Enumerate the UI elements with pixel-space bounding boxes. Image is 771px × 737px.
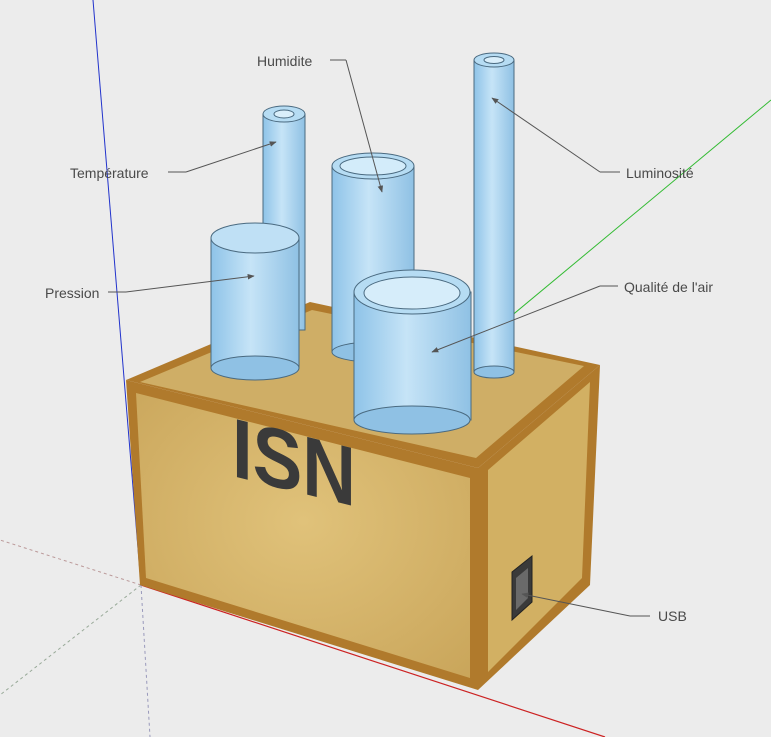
tube-luminosite bbox=[473, 52, 515, 379]
label-qualite-air: Qualité de l'air bbox=[624, 279, 713, 295]
tube-qualite-air bbox=[353, 269, 472, 435]
label-pression: Pression bbox=[45, 285, 99, 301]
tube-pression bbox=[210, 222, 300, 381]
axis-dotted-blue bbox=[140, 584, 151, 737]
axis-dotted-green bbox=[0, 584, 142, 696]
axis-green-line bbox=[491, 99, 771, 333]
sketchup-model-view: ISN Humidite Température Luminosité Pres… bbox=[0, 0, 771, 737]
label-luminosite: Luminosité bbox=[626, 165, 694, 181]
label-temperature: Température bbox=[70, 165, 149, 181]
axis-dotted-red bbox=[0, 539, 142, 586]
label-usb: USB bbox=[658, 608, 687, 624]
label-humidite: Humidite bbox=[257, 53, 312, 69]
